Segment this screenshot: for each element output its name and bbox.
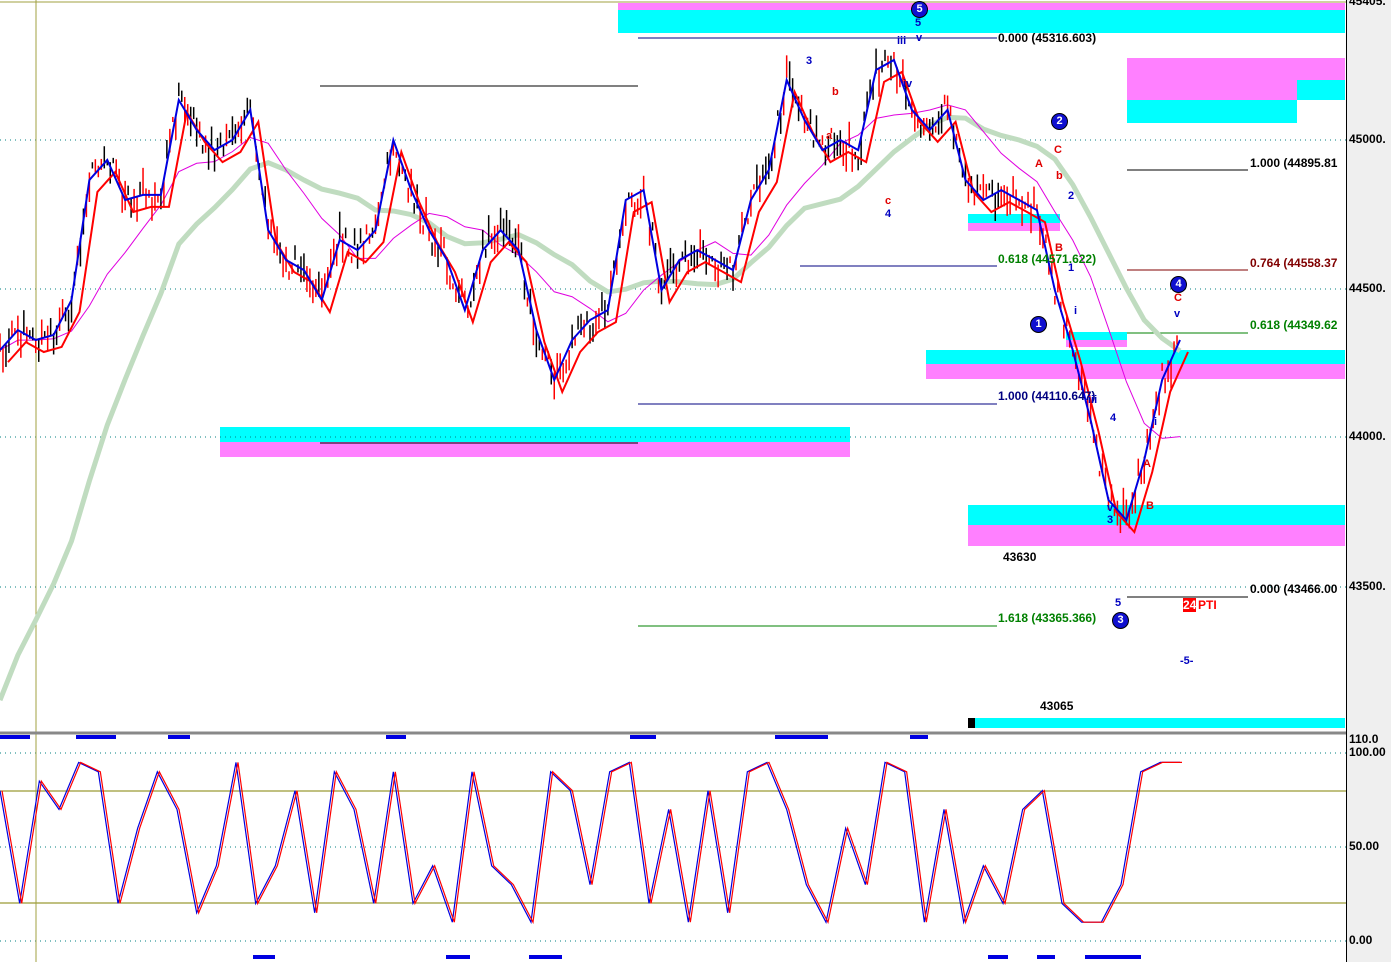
cyan-zone [1127,100,1297,123]
fib-label: 1.618 (43365.366) [998,611,1097,625]
wave-label: 4 [1110,412,1117,424]
wave-circle: 5 [911,1,928,18]
axis-tick: 110.0 [1349,732,1379,746]
cyan-zone [220,427,850,442]
wave-label: A [1143,458,1151,470]
wave-label: C [1174,292,1182,304]
axis-tick: 45000. [1349,132,1386,146]
pink-zone [220,442,850,457]
wave-label: v [1174,308,1181,320]
price-annotation: 43065 [1040,699,1074,713]
wave-label: -5- [1180,655,1194,667]
pti-label: PTI [1198,598,1217,612]
cyan-zone [618,10,1345,33]
signal-marker [168,735,190,739]
wave-circle: 4 [1170,276,1187,293]
wave-label: B [1055,242,1063,254]
wave-label: i [1074,305,1078,317]
wave-label: 1 [1068,262,1075,274]
signal-marker [446,955,470,959]
wave-label: B [1146,500,1154,512]
signal-marker [988,955,1008,959]
wave-label: c [885,195,892,207]
fib-label: 0.000 (45316.603) [998,31,1097,45]
signal-marker [529,955,562,959]
signal-marker [630,735,656,739]
wave-label: i [1154,416,1158,428]
price-annotation: 43630 [1003,550,1037,564]
cyan-zone [968,505,1345,525]
pink-zone [968,525,1345,546]
fib-label: 0.000 (43466.00 [1250,582,1338,596]
oscillator-signal-line [1,761,1182,925]
axis-tick: 44000. [1349,429,1386,443]
wave-label: 3 [1107,514,1114,526]
wave-label: v [916,32,923,44]
axis-tick: 100.00 [1349,745,1386,759]
oscillator-line [0,761,1180,925]
signal-marker [253,955,275,959]
fib-label: 1.000 (44895.81 [1250,156,1338,170]
wave-label: b [832,86,839,98]
signal-marker [910,735,928,739]
chart-canvas [0,0,1391,962]
wave-label: a [826,130,833,142]
wave-label: 5 [1115,597,1122,609]
wave-label: v [1107,502,1114,514]
signal-marker [1037,955,1055,959]
signal-marker [775,735,828,739]
pti-number: 24 [1183,598,1197,612]
fib-label: 0.618 (44571.622) [998,252,1097,266]
cyan-zone [968,214,1060,223]
wave-label: iv [903,78,913,90]
fib-label: 1.000 (44110.647) [998,389,1096,403]
axis-tick: 44500. [1349,281,1386,295]
signal-marker [386,735,406,739]
signal-marker [0,735,30,739]
axis-tick: 0.00 [1349,933,1373,947]
wave-label: C [1054,144,1062,156]
wave-circle: 1 [1030,316,1047,333]
cyan-zone [926,350,1345,364]
wave-label: 2 [1068,190,1075,202]
signal-marker [1085,955,1141,959]
wave-label: iii [1088,394,1098,406]
lower-band-line [7,70,1189,534]
wave-label: iii [897,35,907,47]
trading-chart: 45405. 45000. 44500. 44000. 43500. 110.0… [0,0,1391,962]
wave-circle: 3 [1112,612,1129,629]
wave-label: 5 [915,17,922,29]
signal-marker [76,735,116,739]
axis-tick: 50.00 [1349,839,1380,853]
pink-zone [618,3,1345,10]
cyan-zone [1066,332,1127,340]
fib-label: 0.618 (44349.62 [1250,318,1338,332]
fib-label: 0.764 (44558.37 [1250,256,1338,270]
wave-label: A [1035,158,1043,170]
zone-marker [968,718,975,728]
pink-zone [926,364,1345,379]
axis-tick: 43500. [1349,579,1386,593]
cyan-zone [1297,80,1345,100]
wave-label: 4 [885,208,892,220]
axis-tick: 45405. [1349,0,1386,8]
wave-circle: 2 [1051,113,1068,130]
cyan-zone [975,718,1345,728]
wave-label: b [1056,170,1063,182]
wave-label: 3 [806,55,813,67]
